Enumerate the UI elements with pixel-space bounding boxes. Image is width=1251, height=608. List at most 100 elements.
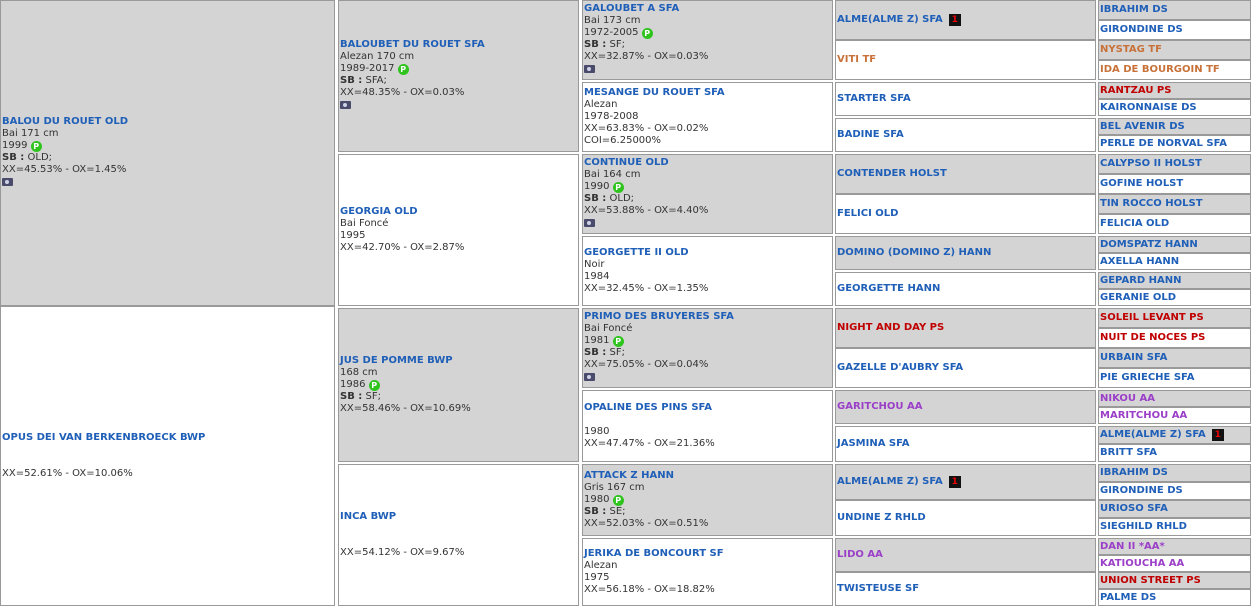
horse-name-link[interactable]: LIDO AA — [837, 549, 1094, 561]
p-badge-icon: P — [30, 140, 42, 152]
horse-name-link[interactable]: PERLE DE NORVAL SFA — [1100, 138, 1249, 150]
blood-percentages: XX=54.12% - OX=9.67% — [340, 547, 465, 558]
horse-name-link[interactable]: GERANIE OLD — [1100, 292, 1249, 304]
horse-name-link[interactable]: ATTACK Z HANN — [584, 470, 831, 482]
horse-name-link[interactable]: ALME(ALME Z) SFA — [1100, 429, 1206, 441]
camera-icon[interactable] — [584, 373, 595, 381]
camera-icon[interactable] — [340, 101, 351, 109]
horse-name-link[interactable]: UNION STREET PS — [1100, 575, 1249, 587]
coat-height: Bai 171 cm — [2, 128, 59, 139]
horse-name-link[interactable]: TWISTEUSE SF — [837, 583, 1094, 595]
pedigree-cell-gen4: GARITCHOU AA — [835, 390, 1096, 424]
coat-height: Alezan — [584, 560, 618, 571]
horse-name-link[interactable]: KAIRONNAISE DS — [1100, 102, 1249, 114]
horse-name-link[interactable]: BALOU DU ROUET OLD — [2, 116, 333, 128]
pedigree-cell-gen5: BRITT SFA — [1098, 444, 1251, 462]
horse-name-link[interactable]: MARITCHOU AA — [1100, 410, 1249, 422]
horse-name-link[interactable]: RANTZAU PS — [1100, 85, 1249, 97]
studbook-line: SB : SE; — [584, 506, 626, 517]
pedigree-cell-gen3: OPALINE DES PINS SFA 1980 XX=47.47% - OX… — [582, 390, 833, 462]
horse-name-link[interactable]: KATIOUCHA AA — [1100, 558, 1249, 570]
horse-name-link[interactable]: BEL AVENIR DS — [1100, 121, 1249, 133]
horse-name-link[interactable]: CONTENDER HOLST — [837, 168, 1094, 180]
horse-name-link[interactable]: SOLEIL LEVANT PS — [1100, 312, 1249, 324]
studbook-value: OLD; — [27, 152, 53, 163]
horse-name-link[interactable]: NIGHT AND DAY PS — [837, 322, 1094, 334]
pedigree-cell-gen4: CONTENDER HOLST — [835, 154, 1096, 194]
horse-name-link[interactable]: NUIT DE NOCES PS — [1100, 332, 1249, 344]
horse-name-link[interactable]: DOMINO (DOMINO Z) HANN — [837, 247, 1094, 259]
horse-name-link[interactable]: DOMSPATZ HANN — [1100, 239, 1249, 251]
pedigree-cell-gen3: MESANGE DU ROUET SFA Alezan 1978-2008 XX… — [582, 82, 833, 152]
horse-name-link[interactable]: GIRONDINE DS — [1100, 485, 1249, 497]
pedigree-cell-gen5: MARITCHOU AA — [1098, 407, 1251, 424]
horse-name-link[interactable]: BALOUBET DU ROUET SFA — [340, 39, 577, 51]
inbreeding-flag-icon[interactable]: 1 — [948, 476, 961, 488]
pedigree-cell-gen5: TIN ROCCO HOLST — [1098, 194, 1251, 214]
horse-name-link[interactable]: PIE GRIECHE SFA — [1100, 372, 1249, 384]
horse-name-link[interactable]: GEORGIA OLD — [340, 206, 577, 218]
blood-percentages: XX=75.05% - OX=0.04% — [584, 359, 709, 370]
horse-name-link[interactable]: URIOSO SFA — [1100, 503, 1249, 515]
horse-name-link[interactable]: GEORGETTE II OLD — [584, 247, 831, 259]
horse-name-link[interactable]: FELICI OLD — [837, 208, 1094, 220]
pedigree-cell-gen5: IBRAHIM DS — [1098, 0, 1251, 20]
horse-name-link[interactable]: NYSTAG TF — [1100, 44, 1249, 56]
horse-name-link[interactable]: IDA DE BOURGOIN TF — [1100, 64, 1249, 76]
horse-name-link[interactable]: VITI TF — [837, 54, 1094, 66]
pedigree-cell-gen4: BADINE SFA — [835, 118, 1096, 152]
horse-name-link[interactable]: ALME(ALME Z) SFA — [837, 476, 943, 488]
camera-icon[interactable] — [584, 65, 595, 73]
horse-name-link[interactable]: JASMINA SFA — [837, 438, 1094, 450]
horse-name-link[interactable]: OPUS DEI VAN BERKENBROECK BWP — [2, 432, 333, 444]
camera-icon[interactable] — [584, 219, 595, 227]
horse-name-link[interactable]: GARITCHOU AA — [837, 401, 1094, 413]
horse-name-link[interactable]: URBAIN SFA — [1100, 352, 1249, 364]
horse-name-link[interactable]: PALME DS — [1100, 592, 1249, 604]
birth-year: 1989-2017 — [340, 63, 395, 74]
horse-name-link[interactable]: IBRAHIM DS — [1100, 467, 1249, 479]
blood-percentages: XX=53.88% - OX=4.40% — [584, 205, 709, 216]
horse-name-link[interactable]: GEPARD HANN — [1100, 275, 1249, 287]
horse-name-link[interactable]: STARTER SFA — [837, 93, 1094, 105]
horse-name-link[interactable]: AXELLA HANN — [1100, 256, 1249, 268]
horse-name-link[interactable]: FELICIA OLD — [1100, 218, 1249, 230]
horse-name-link[interactable]: OPALINE DES PINS SFA — [584, 402, 831, 414]
birth-year: 1986 — [340, 379, 366, 390]
horse-name-link[interactable]: JUS DE POMME BWP — [340, 355, 577, 367]
horse-name-link[interactable]: SIEGHILD RHLD — [1100, 521, 1249, 533]
p-badge-icon: P — [612, 335, 624, 347]
pedigree-cell-gen5: KATIOUCHA AA — [1098, 555, 1251, 572]
horse-name-link[interactable]: UNDINE Z RHLD — [837, 512, 1094, 524]
horse-name-link[interactable]: NIKOU AA — [1100, 393, 1249, 405]
horse-name-link[interactable]: CONTINUE OLD — [584, 157, 831, 169]
studbook-line: SB : OLD; — [2, 152, 53, 163]
pedigree-cell-gen5: ALME(ALME Z) SFA 1 — [1098, 426, 1251, 444]
horse-name-link[interactable]: GIRONDINE DS — [1100, 24, 1249, 36]
coat-height: 168 cm — [340, 367, 378, 378]
inbreeding-flag-icon[interactable]: 1 — [1211, 429, 1224, 441]
horse-name-link[interactable]: ALME(ALME Z) SFA — [837, 14, 943, 26]
horse-name-link[interactable]: BRITT SFA — [1100, 447, 1249, 459]
pedigree-cell-gen4: ALME(ALME Z) SFA 1 — [835, 0, 1096, 40]
birth-year: 1981 — [584, 335, 610, 346]
pedigree-cell-gen5: KAIRONNAISE DS — [1098, 99, 1251, 116]
blood-percentages: XX=42.70% - OX=2.87% — [340, 242, 465, 253]
horse-name-link[interactable]: GAZELLE D'AUBRY SFA — [837, 362, 1094, 374]
horse-name-link[interactable]: BADINE SFA — [837, 129, 1094, 141]
horse-name-link[interactable]: IBRAHIM DS — [1100, 4, 1249, 16]
inbreeding-flag-icon[interactable]: 1 — [948, 14, 961, 26]
horse-name-link[interactable]: GEORGETTE HANN — [837, 283, 1094, 295]
camera-icon[interactable] — [2, 178, 13, 186]
studbook-line: SB : OLD; — [584, 193, 635, 204]
blood-percentages: XX=47.47% - OX=21.36% — [584, 438, 715, 449]
horse-name-link[interactable]: INCA BWP — [340, 511, 577, 523]
horse-name-link[interactable]: JERIKA DE BONCOURT SF — [584, 548, 831, 560]
horse-name-link[interactable]: DAN II *AA* — [1100, 541, 1249, 553]
horse-name-link[interactable]: GALOUBET A SFA — [584, 3, 831, 15]
horse-name-link[interactable]: PRIMO DES BRUYERES SFA — [584, 311, 831, 323]
horse-name-link[interactable]: MESANGE DU ROUET SFA — [584, 87, 831, 99]
horse-name-link[interactable]: GOFINE HOLST — [1100, 178, 1249, 190]
horse-name-link[interactable]: TIN ROCCO HOLST — [1100, 198, 1249, 210]
horse-name-link[interactable]: CALYPSO II HOLST — [1100, 158, 1249, 170]
